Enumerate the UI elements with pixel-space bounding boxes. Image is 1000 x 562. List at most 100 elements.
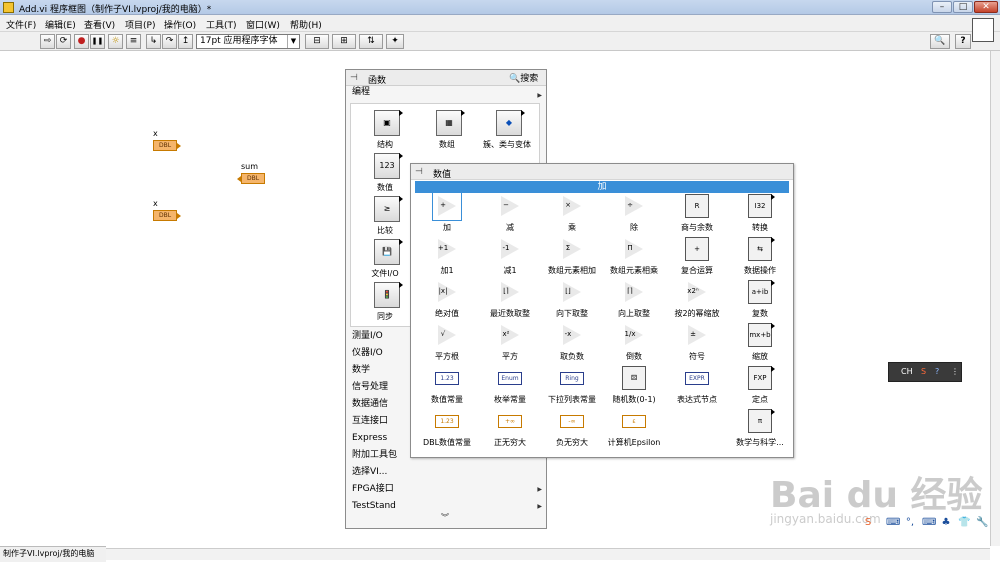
numeric-item[interactable]: x2ⁿ 按2的幂缩放 bbox=[666, 280, 728, 323]
distribute-objects-icon[interactable]: ⊞ bbox=[332, 34, 356, 49]
menu-help[interactable]: 帮助(H) bbox=[290, 18, 322, 31]
palette-item-numeric[interactable]: 123 数值 bbox=[355, 151, 415, 195]
run-continuous-icon[interactable]: ⟳ bbox=[56, 34, 71, 49]
numeric-item[interactable]: ⇆ 数据操作 bbox=[729, 237, 791, 280]
search-icon[interactable]: 🔍 bbox=[930, 34, 950, 49]
menu-edit[interactable]: 编辑(E) bbox=[45, 18, 76, 31]
numeric-item[interactable]: π 数学与科学... bbox=[729, 409, 791, 452]
help-icon[interactable]: ? bbox=[935, 367, 939, 376]
numeric-item[interactable]: − 减 bbox=[479, 194, 541, 237]
numeric-item[interactable]: + 加 bbox=[416, 191, 478, 237]
numeric-item[interactable]: ε 计算机Epsilon bbox=[603, 409, 665, 452]
numeric-item[interactable]: 1.23 DBL数值常量 bbox=[416, 409, 478, 452]
numeric-item[interactable]: I32 转换 bbox=[729, 194, 791, 237]
numeric-item[interactable]: 1/x 倒数 bbox=[603, 323, 665, 366]
menu-project[interactable]: 项目(P) bbox=[125, 18, 155, 31]
category-select-vi[interactable]: 选择VI... bbox=[350, 464, 546, 481]
terminal-x-control[interactable]: DBL bbox=[153, 140, 181, 151]
numeric-item[interactable]: +1 加1 bbox=[416, 237, 478, 280]
horizontal-scrollbar[interactable] bbox=[106, 548, 990, 560]
pin-icon[interactable]: ⊣ bbox=[415, 167, 423, 177]
run-arrow-icon[interactable]: ⇨ bbox=[40, 34, 55, 49]
numeric-item[interactable]: +∞ 正无穷大 bbox=[479, 409, 541, 452]
numeric-item[interactable]: EXPR 表达式节点 bbox=[666, 366, 728, 409]
palette-item-comparison[interactable]: ≥ 比较 bbox=[355, 194, 415, 238]
numeric-item[interactable]: ⌊⌉ 最近数取整 bbox=[479, 280, 541, 323]
category-fpga-interface[interactable]: FPGA接口 ▶ bbox=[350, 481, 546, 498]
align-objects-icon[interactable]: ⊟ bbox=[305, 34, 329, 49]
minimize-button[interactable]: – bbox=[932, 1, 952, 13]
category-programming[interactable]: 编程 ▶ bbox=[346, 86, 546, 100]
terminal-sum-indicator[interactable]: DBL bbox=[237, 173, 265, 184]
numeric-item[interactable]: -x 取负数 bbox=[541, 323, 603, 366]
palette-item-file-io[interactable]: 💾 文件I/O bbox=[355, 237, 415, 281]
skin-icon[interactable]: ♣ bbox=[940, 517, 952, 529]
abort-icon[interactable]: ● bbox=[74, 34, 89, 49]
numeric-item[interactable]: mx+b 缩放 bbox=[729, 323, 791, 366]
numeric-item[interactable]: FXP 定点 bbox=[729, 366, 791, 409]
numeric-item[interactable]: 1.23 数值常量 bbox=[416, 366, 478, 409]
numeric-item[interactable]: ⌊⌋ 向下取整 bbox=[541, 280, 603, 323]
title-bar[interactable]: Add.vi 程序框图（制作子VI.lvproj/我的电脑）* – □ ✕ bbox=[0, 0, 1000, 15]
menu-operate[interactable]: 操作(O) bbox=[164, 18, 196, 31]
numeric-item[interactable]: a+ib 复数 bbox=[729, 280, 791, 323]
numeric-item[interactable]: Σ 数组元素相加 bbox=[541, 237, 603, 280]
ime-language[interactable]: CH bbox=[901, 367, 913, 376]
numeric-palette[interactable]: ⊣ 数值 加 + 加 − 减 × 乘 ÷ 除 R 商与余数 I32 转换 +1 加1 -1 减1 Σ 数组元素相加… bbox=[410, 163, 794, 458]
palette-item-synchronization[interactable]: 🚦 同步 bbox=[355, 280, 415, 324]
pin-icon[interactable]: ⊣ bbox=[350, 73, 358, 83]
numeric-palette-header[interactable]: ⊣ 数值 bbox=[411, 164, 793, 180]
soft-keyboard-icon[interactable]: ⌨ bbox=[922, 517, 936, 529]
expand-more-icon[interactable]: ︾ bbox=[441, 512, 449, 523]
numeric-item[interactable]: ± 符号 bbox=[666, 323, 728, 366]
numeric-item[interactable]: √ 平方根 bbox=[416, 323, 478, 366]
close-button[interactable]: ✕ bbox=[974, 1, 998, 13]
vertical-scrollbar[interactable] bbox=[990, 51, 1000, 546]
menu-file[interactable]: 文件(F) bbox=[6, 18, 36, 31]
numeric-item[interactable]: × 乘 bbox=[541, 194, 603, 237]
highlight-execution-icon[interactable]: ☼ bbox=[108, 34, 123, 49]
reorder-icon[interactable]: ⇅ bbox=[359, 34, 383, 49]
numeric-item[interactable]: -∞ 负无穷大 bbox=[541, 409, 603, 452]
pause-icon[interactable]: ❚❚ bbox=[90, 34, 105, 49]
numeric-item[interactable]: x² 平方 bbox=[479, 323, 541, 366]
numeric-item[interactable]: R 商与余数 bbox=[666, 194, 728, 237]
numeric-item[interactable]: ⚄ 随机数(0-1) bbox=[603, 366, 665, 409]
wrench-icon[interactable]: 🔧 bbox=[976, 517, 988, 529]
numeric-item[interactable]: Enum 枚举常量 bbox=[479, 366, 541, 409]
sogou-icon[interactable]: S bbox=[921, 367, 926, 376]
numeric-item[interactable]: Ring 下拉列表常量 bbox=[541, 366, 603, 409]
maximize-button[interactable]: □ bbox=[953, 1, 973, 13]
step-into-icon[interactable]: ↳ bbox=[146, 34, 161, 49]
palette-search-button[interactable]: 🔍搜索 bbox=[509, 71, 545, 84]
step-out-icon[interactable]: ↥ bbox=[178, 34, 193, 49]
icon-glyph: Π bbox=[627, 244, 633, 252]
palette-item-structures[interactable]: ▣ 结构 bbox=[355, 108, 415, 152]
category-label: TestStand bbox=[352, 501, 396, 511]
menu-view[interactable]: 查看(V) bbox=[84, 18, 115, 31]
chevron-down-icon[interactable]: ⋮ bbox=[951, 367, 959, 376]
functions-palette-header[interactable]: ⊣ 函数 🔍搜索 bbox=[346, 70, 546, 86]
menu-tools[interactable]: 工具(T) bbox=[206, 18, 237, 31]
numeric-item[interactable]: Π 数组元素相乘 bbox=[603, 237, 665, 280]
step-over-icon[interactable]: ↷ bbox=[162, 34, 177, 49]
sogou-icon[interactable]: S bbox=[862, 517, 874, 529]
numeric-item[interactable]: -1 减1 bbox=[479, 237, 541, 280]
help-icon[interactable]: ? bbox=[955, 34, 971, 49]
palette-item-cluster[interactable]: ◆ 簇、类与变体 bbox=[477, 108, 537, 152]
punctuation-icon[interactable]: °, bbox=[904, 517, 916, 529]
menu-window[interactable]: 窗口(W) bbox=[246, 18, 280, 31]
terminal-x2-control[interactable]: DBL bbox=[153, 210, 181, 221]
ime-toolbar[interactable]: CH S ? ⋮ bbox=[888, 362, 962, 382]
numeric-item[interactable]: + 复合运算 bbox=[666, 237, 728, 280]
palette-item-array[interactable]: ▦ 数组 bbox=[417, 108, 477, 152]
font-selector[interactable]: 17pt 应用程序字体 ▼ bbox=[196, 34, 300, 49]
retain-wire-values-icon[interactable]: ≡ bbox=[126, 34, 141, 49]
numeric-item[interactable]: |x| 绝对值 bbox=[416, 280, 478, 323]
numeric-item[interactable]: ⌈⌉ 向上取整 bbox=[603, 280, 665, 323]
keyboard-icon[interactable]: ⌨ bbox=[886, 517, 900, 529]
vi-icon[interactable] bbox=[972, 18, 994, 42]
tshirt-icon[interactable]: 👕 bbox=[958, 517, 970, 529]
numeric-item[interactable]: ÷ 除 bbox=[603, 194, 665, 237]
cleanup-diagram-icon[interactable]: ✦ bbox=[386, 34, 404, 49]
